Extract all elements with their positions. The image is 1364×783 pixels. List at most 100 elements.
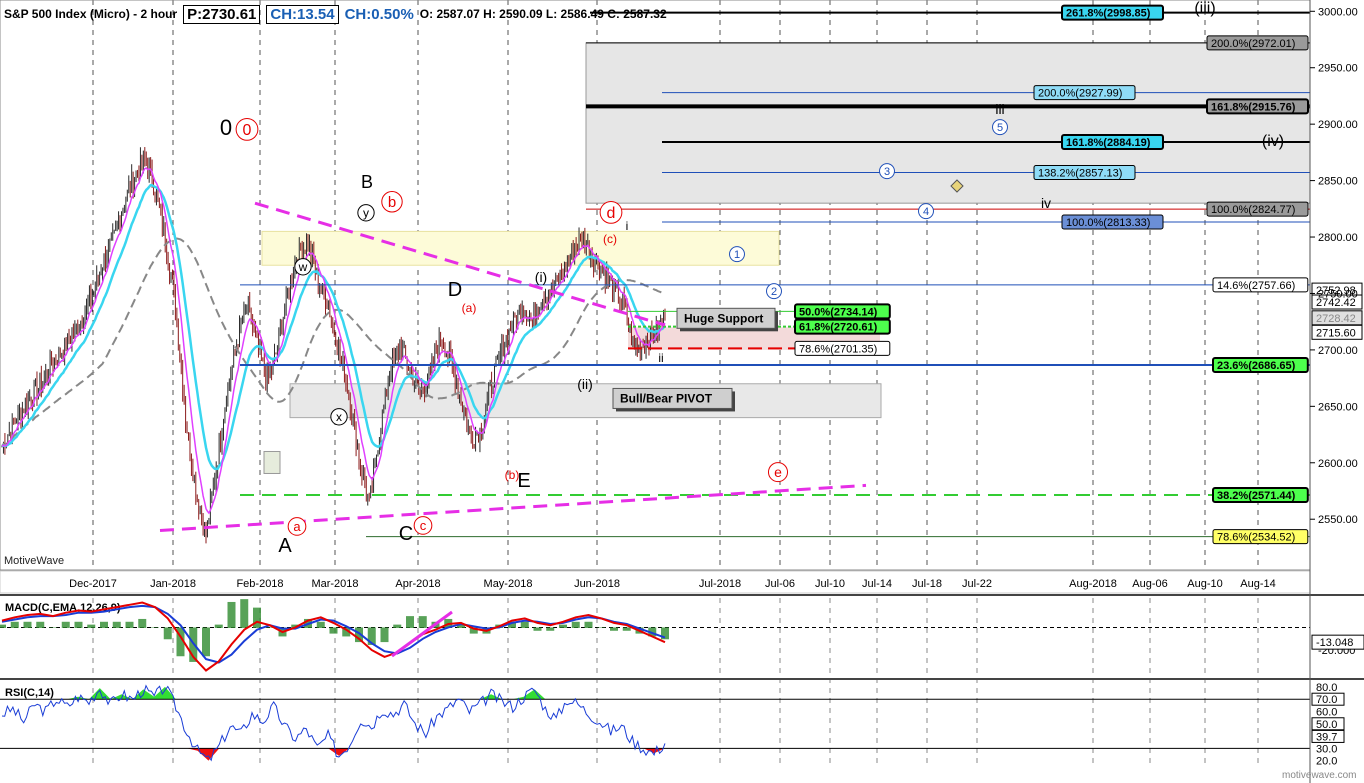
resistance-zone xyxy=(261,230,780,266)
x-tick-label: Dec-2017 xyxy=(69,578,117,590)
y-tick-label: 2650.00 xyxy=(1318,401,1358,413)
macd-histogram-bar xyxy=(597,627,606,628)
wave-label: (iv) xyxy=(1262,133,1284,150)
y-tick-label: 2700.00 xyxy=(1318,345,1358,357)
macd-histogram-bar xyxy=(584,621,593,628)
fib-level-label: 100.0%(2813.33) xyxy=(1066,217,1150,229)
macd-histogram-bar xyxy=(329,627,338,634)
wave-label: x xyxy=(336,410,342,424)
macd-histogram-bar xyxy=(112,621,121,628)
rsi-tick-label: 50.0 xyxy=(1316,719,1337,731)
x-tick-label: Aug-10 xyxy=(1187,578,1222,590)
wave-label: ii xyxy=(658,351,663,365)
wave-label: (b) xyxy=(505,468,520,482)
macd-value-label: -13.048 xyxy=(1316,637,1353,649)
macd-histogram-bar xyxy=(546,627,555,631)
x-tick-label: Aug-06 xyxy=(1132,578,1167,590)
instrument-title: S&P 500 Index (Micro) - 2 hour xyxy=(4,7,178,21)
fib-level-label: 38.2%(2571.44) xyxy=(1217,490,1296,502)
y-tick-label: 2900.00 xyxy=(1318,119,1358,131)
wave-label: (a) xyxy=(462,301,477,315)
wave-label: D xyxy=(448,279,462,301)
x-tick-label: Apr-2018 xyxy=(395,578,440,590)
fib-level-label: 261.8%(2998.85) xyxy=(1066,8,1151,20)
y-tick-label: 2950.00 xyxy=(1318,63,1358,75)
fib-level-label: 78.6%(2534.52) xyxy=(1217,532,1295,544)
macd-histogram-bar xyxy=(622,627,631,631)
x-tick-label: Jul-10 xyxy=(815,578,845,590)
macd-histogram-bar xyxy=(240,599,249,628)
y-tick-label: 2800.00 xyxy=(1318,232,1358,244)
y-tick-label: 2850.00 xyxy=(1318,176,1358,188)
y-tick-label: 3000.00 xyxy=(1318,6,1358,18)
wave-label: w xyxy=(298,260,308,274)
macd-histogram-bar xyxy=(559,624,567,628)
fib-level-label: 138.2%(2857.13) xyxy=(1038,168,1122,180)
macd-histogram-bar xyxy=(610,627,618,631)
fib-level-label: 78.6%(2701.35) xyxy=(799,343,877,355)
y-tick-label: 2750.00 xyxy=(1318,288,1358,300)
rsi-tick-label: 39.7 xyxy=(1316,731,1337,743)
fib-level-label: 161.8%(2884.19) xyxy=(1066,137,1151,149)
wave-label: A xyxy=(278,535,292,557)
fib-level-label: 61.8%(2720.61) xyxy=(799,322,878,334)
wave-label: a xyxy=(293,519,301,534)
macd-histogram-bar xyxy=(533,627,542,631)
rsi-tick-label: 30.0 xyxy=(1316,743,1337,755)
target-zone xyxy=(585,42,1311,204)
wave-label: 4 xyxy=(923,206,929,218)
macd-histogram-bar xyxy=(10,621,19,628)
macd-histogram-bar xyxy=(36,621,45,628)
wave-label: 0 xyxy=(243,122,252,139)
wave-label: iv xyxy=(1041,195,1051,211)
pivot-label: Bull/Bear PIVOT xyxy=(620,391,713,405)
rsi-tick-label: 20.0 xyxy=(1316,756,1337,768)
x-tick-label: Jan-2018 xyxy=(150,578,196,590)
rsi-tick-label: 70.0 xyxy=(1316,694,1337,706)
chart-canvas[interactable]: MACD(C,EMA,12,26,9)-20.000-13.048RSI(C,1… xyxy=(0,0,1364,783)
macd-histogram-bar xyxy=(380,627,389,643)
fib-level-label: 161.8%(2915.76) xyxy=(1211,101,1296,113)
wave-label: (iii) xyxy=(1194,0,1215,17)
chart-window: MACD(C,EMA,12,26,9) -20.000 -13.048 RSI(C,1… xyxy=(0,0,1364,783)
fib-level-label: 100.0%(2824.77) xyxy=(1211,204,1295,216)
macd-histogram-bar xyxy=(23,621,32,628)
x-tick-label: Feb-2018 xyxy=(236,578,283,590)
rsi-tick-label: 80.0 xyxy=(1316,682,1337,694)
huge-support-label: Huge Support xyxy=(684,311,763,325)
price-readout: P:2730.61 xyxy=(183,4,261,24)
x-tick-label: Jul-18 xyxy=(912,578,942,590)
macd-histogram-bar xyxy=(100,621,108,628)
change-pct-readout: CH:0.50% xyxy=(344,5,414,23)
fib-level-label: 23.6%(2686.65) xyxy=(1217,360,1296,372)
x-tick-label: May-2018 xyxy=(484,578,533,590)
macd-histogram-bar xyxy=(49,627,57,628)
macd-histogram-bar xyxy=(61,621,70,628)
x-tick-label: Aug-2018 xyxy=(1069,578,1117,590)
macd-histogram-bar xyxy=(202,627,210,657)
macd-histogram-bar xyxy=(163,627,172,640)
wave-label: b xyxy=(388,194,396,211)
wave-label: d xyxy=(607,205,616,222)
small-zone xyxy=(263,450,281,474)
x-tick-label: Jul-22 xyxy=(962,578,992,590)
wave-label: 1 xyxy=(734,249,740,261)
fib-level-label: 200.0%(2972.01) xyxy=(1211,38,1295,50)
price-label: 2715.60 xyxy=(1316,327,1356,339)
wave-label: e xyxy=(774,464,782,480)
wave-label: i xyxy=(626,219,629,233)
price-label: 2728.42 xyxy=(1316,313,1356,325)
chart-header: S&P 500 Index (Micro) - 2 hour P:2730.61… xyxy=(4,2,667,26)
macd-histogram-bar xyxy=(125,621,134,628)
macd-histogram-bar xyxy=(393,624,402,628)
macd-histogram-bar xyxy=(138,618,147,628)
wave-label: (c) xyxy=(603,232,617,246)
wave-label: 3 xyxy=(884,166,890,178)
wave-label: 0 xyxy=(220,115,232,140)
wave-label: c xyxy=(420,518,427,533)
rsi-tick-label: 60.0 xyxy=(1316,706,1337,718)
ohlc-readout: O: 2587.07 H: 2590.09 L: 2586.49 C: 2587… xyxy=(419,7,667,21)
rsi-title: RSI(C,14) xyxy=(5,687,54,699)
x-tick-label: Jul-14 xyxy=(862,578,892,590)
y-tick-label: 2550.00 xyxy=(1318,514,1358,526)
